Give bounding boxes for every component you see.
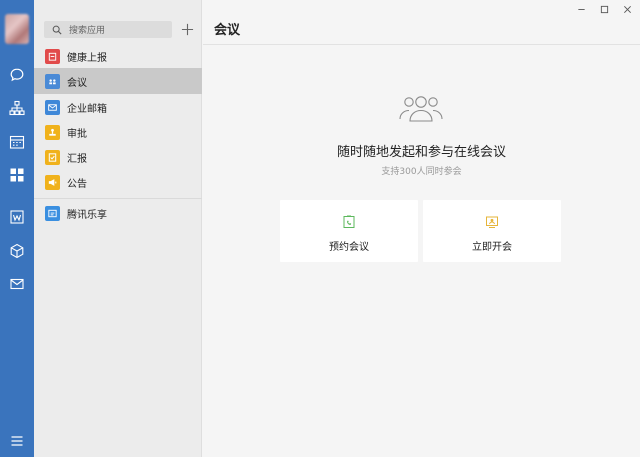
card-label: 立即开会 <box>472 242 512 253</box>
cube-icon[interactable] <box>9 243 25 259</box>
sidebar-item-label: 企业邮箱 <box>67 103 107 115</box>
workbench-icon[interactable] <box>9 167 25 183</box>
headline: 随时随地发起和参与在线会议 <box>336 145 506 160</box>
close-icon <box>623 5 631 13</box>
card-label: 预约会议 <box>329 242 369 253</box>
announcement-icon <box>45 174 60 190</box>
sidebar-item-announcement[interactable]: 公告 <box>34 169 202 195</box>
report-icon <box>45 149 60 165</box>
app-sidebar: 搜索应用 健康上报 会议 企业邮箱 审批 汇报 公告 腾讯乐享 <box>34 0 202 457</box>
tencent-lexiang-icon <box>45 205 60 221</box>
sidebar-item-report[interactable]: 汇报 <box>34 144 202 170</box>
maximize-icon <box>600 5 608 13</box>
org-chart-icon[interactable] <box>9 100 25 116</box>
calendar-icon[interactable] <box>9 134 25 150</box>
sidebar-divider <box>34 198 202 199</box>
plus-icon <box>181 23 193 36</box>
page-title: 会议 <box>214 23 241 38</box>
mail-icon <box>45 99 60 115</box>
approval-icon <box>45 124 60 140</box>
sidebar-item-label: 腾讯乐享 <box>67 209 107 221</box>
minimize-button[interactable] <box>575 4 587 14</box>
subline: 支持300人同时参会 <box>381 167 462 177</box>
maximize-button[interactable] <box>598 4 610 14</box>
chat-icon[interactable] <box>9 67 25 83</box>
sidebar-item-health-report[interactable]: 健康上报 <box>34 43 202 69</box>
sidebar-item-label: 公告 <box>67 178 87 190</box>
sidebar-item-label: 汇报 <box>67 153 87 165</box>
search-icon <box>52 25 62 35</box>
people-icon <box>397 94 445 122</box>
menu-icon[interactable] <box>9 433 25 449</box>
health-report-icon <box>45 48 60 64</box>
sidebar-item-meeting[interactable]: 会议 <box>34 68 202 94</box>
sidebar-item-label: 会议 <box>67 77 87 89</box>
meeting-icon <box>45 73 60 89</box>
add-app-button[interactable] <box>179 21 195 38</box>
sidebar-item-mail[interactable]: 企业邮箱 <box>34 94 202 120</box>
app-rail <box>0 0 34 457</box>
search-input[interactable]: 搜索应用 <box>69 23 105 36</box>
sidebar-item-approval[interactable]: 审批 <box>34 119 202 145</box>
envelope-icon[interactable] <box>9 276 25 292</box>
sidebar-item-label: 健康上报 <box>67 52 107 64</box>
close-button[interactable] <box>621 4 633 14</box>
header-divider <box>203 44 640 45</box>
weekly-icon[interactable] <box>9 209 25 225</box>
minimize-icon <box>577 8 585 10</box>
avatar[interactable] <box>5 14 29 44</box>
schedule-meeting-icon <box>342 215 356 229</box>
sidebar-item-tencent-lexiang[interactable]: 腾讯乐享 <box>34 200 202 226</box>
schedule-meeting-button[interactable]: 预约会议 <box>280 200 418 262</box>
main-panel: 会议 随时随地发起和参与在线会议 支持300人同时参会 预约会议 立即开会 <box>203 0 640 457</box>
search-box[interactable]: 搜索应用 <box>44 21 172 38</box>
start-meeting-icon <box>485 215 499 229</box>
start-meeting-button[interactable]: 立即开会 <box>423 200 561 262</box>
sidebar-item-label: 审批 <box>67 128 87 140</box>
